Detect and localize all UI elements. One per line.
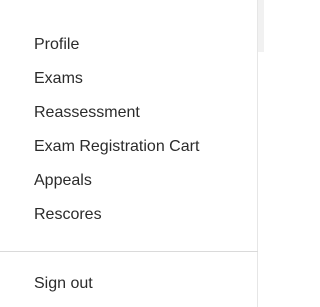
menu-item-exam-registration-cart[interactable]: Exam Registration Cart xyxy=(0,130,258,164)
menu-item-rescores[interactable]: Rescores xyxy=(0,198,258,232)
menu-item-exams[interactable]: Exams xyxy=(0,62,258,96)
menu-item-profile[interactable]: Profile xyxy=(0,28,258,62)
account-dropdown-menu: Profile Exams Reassessment Exam Registra… xyxy=(0,0,258,307)
menu-item-appeals[interactable]: Appeals xyxy=(0,164,258,198)
sign-out-button[interactable]: Sign out xyxy=(0,267,258,301)
menu-item-reassessment[interactable]: Reassessment xyxy=(0,96,258,130)
menu-divider xyxy=(0,251,258,252)
sign-out-section: Sign out xyxy=(0,267,258,301)
page: Profile Exams Reassessment Exam Registra… xyxy=(0,0,264,307)
menu-list: Profile Exams Reassessment Exam Registra… xyxy=(0,28,258,232)
page-edge-strip xyxy=(258,0,264,52)
